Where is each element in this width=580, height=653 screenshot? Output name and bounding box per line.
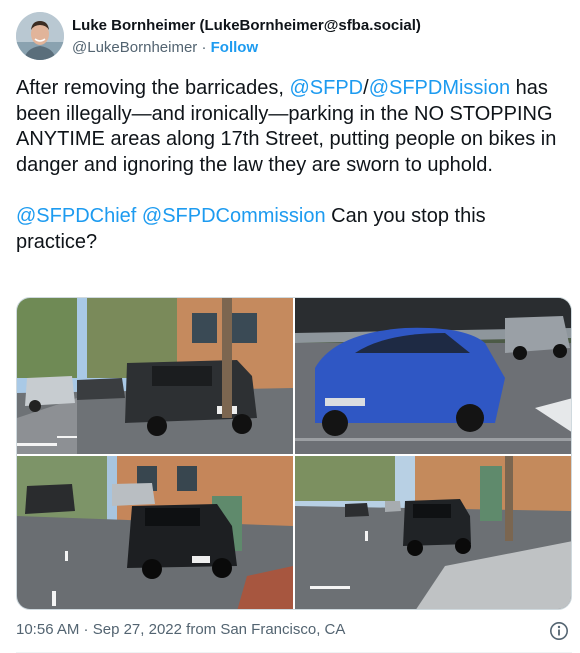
photo-1[interactable]: [17, 298, 293, 454]
separator-dot: ·: [201, 39, 207, 56]
photo-2[interactable]: [295, 298, 571, 454]
follow-button[interactable]: Follow: [211, 39, 259, 56]
meta-separator: ·: [79, 621, 93, 638]
tweet-text-part: After removing the barricades,: [16, 77, 290, 99]
tweet-source: from San Francisco, CA: [181, 621, 346, 638]
mention-sfpdcommission[interactable]: @SFPDCommission: [142, 205, 326, 227]
tweet-paragraph-2: @SFPDChief @SFPDCommission Can you stop …: [16, 204, 564, 255]
media-grid: [16, 297, 572, 610]
tweet-time[interactable]: 10:56 AM: [16, 621, 79, 638]
avatar[interactable]: [16, 12, 64, 60]
street-photo: [295, 456, 571, 609]
handle-line: @LukeBornheimer · Follow: [72, 38, 552, 58]
tweet-paragraph-1: After removing the barricades, @SFPD/@SF…: [16, 76, 564, 178]
author-handle[interactable]: @LukeBornheimer: [72, 39, 197, 56]
tweet-metadata: 10:56 AM · Sep 27, 2022 from San Francis…: [16, 620, 345, 640]
photo-4[interactable]: [295, 456, 571, 609]
tweet-text: After removing the barricades, @SFPD/@SF…: [16, 76, 564, 255]
avatar-photo: [16, 12, 64, 60]
mention-sfpdchief[interactable]: @SFPDChief: [16, 205, 136, 227]
display-name[interactable]: Luke Bornheimer (LukeBornheimer@sfba.soc…: [72, 16, 552, 36]
author-info: Luke Bornheimer (LukeBornheimer@sfba.soc…: [72, 16, 552, 58]
street-photo: [295, 298, 571, 454]
mention-sfpdmission[interactable]: @SFPDMission: [369, 77, 510, 99]
street-photo: [17, 298, 293, 454]
photo-3[interactable]: [17, 456, 293, 609]
street-photo: [17, 456, 293, 609]
tweet-header: Luke Bornheimer (LukeBornheimer@sfba.soc…: [16, 12, 564, 64]
mention-sfpd[interactable]: @SFPD: [289, 77, 363, 99]
info-icon[interactable]: [549, 621, 569, 641]
tweet-date[interactable]: Sep 27, 2022: [93, 621, 182, 638]
